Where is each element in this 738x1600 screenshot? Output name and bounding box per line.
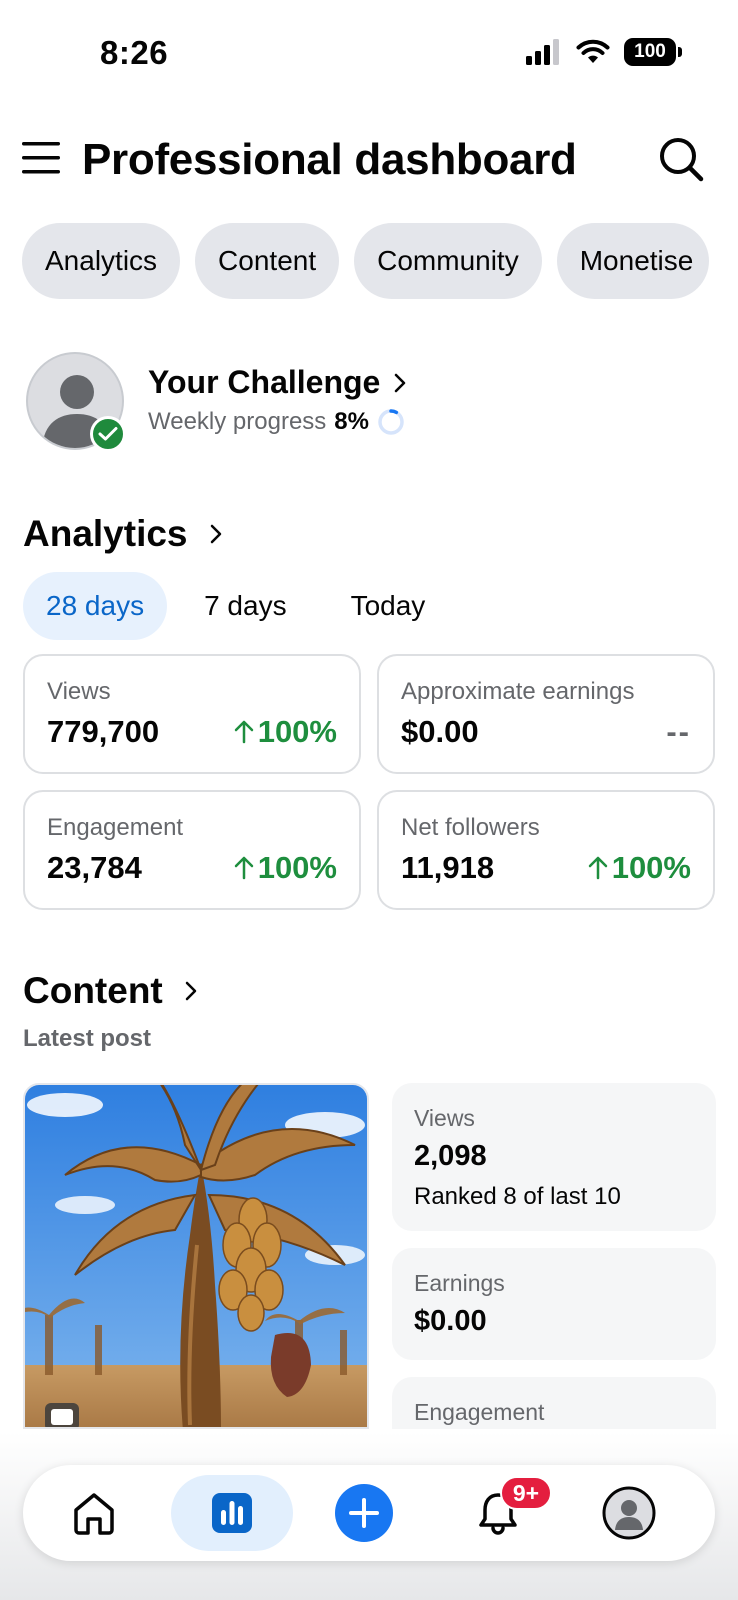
tab-today[interactable]: Today: [328, 572, 449, 640]
nav-create[interactable]: [329, 1465, 399, 1561]
tab-28-days[interactable]: 28 days: [23, 572, 168, 640]
stat-delta-value: 100%: [257, 850, 337, 885]
chip-content[interactable]: Content: [195, 223, 340, 299]
metric-value: $0.00: [414, 1305, 487, 1337]
arrow-up-icon: [588, 856, 607, 880]
metric-label: Engagement: [414, 1399, 545, 1425]
stat-delta-value: 100%: [611, 850, 691, 885]
stat-card-earnings[interactable]: Approximate earnings $0.00 --: [377, 654, 715, 774]
challenge-title: Your Challenge: [148, 364, 381, 400]
content-title: Content: [23, 970, 163, 1011]
stat-delta: 100%: [588, 850, 691, 886]
metric-note: Ranked 8 of last 10: [414, 1183, 621, 1210]
stat-value: 23,784: [47, 850, 142, 885]
chevron-right-icon: [395, 373, 406, 392]
challenge-progress: Weekly progress 8%: [148, 408, 405, 436]
search-icon[interactable]: [658, 136, 704, 182]
challenge-progress-value: 8%: [334, 408, 369, 435]
analytics-title: Analytics: [23, 513, 188, 554]
stat-label: Approximate earnings: [401, 678, 635, 705]
metric-card-engagement[interactable]: Engagement: [392, 1377, 716, 1429]
arrow-up-icon: [234, 720, 253, 744]
menu-icon[interactable]: [22, 140, 62, 176]
chip-analytics[interactable]: Analytics: [22, 223, 181, 299]
battery-level: 100: [634, 41, 666, 62]
range-tabs: 28 days 7 days Today: [23, 572, 448, 640]
chip-monetise[interactable]: Monetise: [556, 223, 709, 299]
stat-value: 779,700: [47, 714, 160, 749]
stat-label: Engagement: [47, 814, 184, 841]
wifi-icon: [576, 39, 610, 63]
stat-delta: 100%: [234, 714, 337, 750]
bottom-nav: 9+: [23, 1465, 715, 1561]
stat-label: Net followers: [401, 814, 540, 841]
nav-home[interactable]: [59, 1465, 129, 1561]
signal-icon: [526, 39, 559, 65]
stat-card-engagement[interactable]: Engagement 23,784 100%: [23, 790, 361, 910]
status-icons: 100: [526, 38, 682, 66]
stat-card-views[interactable]: Views 779,700 100%: [23, 654, 361, 774]
chevron-right-icon: [185, 981, 196, 1001]
section-chips: Analytics Content Community Monetise: [22, 223, 709, 299]
battery-icon: 100: [624, 38, 682, 66]
progress-ring-icon: [378, 409, 404, 435]
create-icon: [335, 1484, 393, 1542]
chevron-right-icon: [210, 524, 221, 544]
reel-icon: [51, 1409, 73, 1425]
arrow-up-icon: [234, 856, 253, 880]
latest-post-thumbnail[interactable]: [23, 1083, 369, 1429]
latest-post-label: Latest post: [23, 1025, 152, 1052]
tab-7-days[interactable]: 7 days: [181, 572, 310, 640]
stat-delta-value: 100%: [257, 714, 337, 749]
content-header[interactable]: Content: [23, 970, 197, 1012]
nav-profile[interactable]: [593, 1465, 665, 1561]
status-time: 8:26: [100, 34, 169, 71]
stat-delta-value: --: [666, 714, 691, 749]
status-bar: 8:26 100: [0, 0, 738, 100]
home-icon: [74, 1493, 114, 1535]
metric-label: Views: [414, 1105, 475, 1131]
page-title: Professional dashboard: [82, 135, 577, 184]
analytics-header[interactable]: Analytics: [23, 513, 222, 555]
header: Professional dashboard: [0, 130, 738, 190]
nav-stats[interactable]: [197, 1465, 267, 1561]
stat-value: $0.00: [401, 714, 479, 749]
stat-label: Views: [47, 678, 111, 705]
notification-badge: 9+: [500, 1476, 552, 1510]
stats-icon: [212, 1493, 252, 1533]
metric-card-earnings[interactable]: Earnings $0.00: [392, 1248, 716, 1360]
chip-community[interactable]: Community: [354, 223, 542, 299]
stat-delta: 100%: [234, 850, 337, 886]
stat-value: 11,918: [401, 850, 495, 885]
challenge-card[interactable]: Your Challenge Weekly progress 8%: [26, 352, 706, 452]
metric-label: Earnings: [414, 1270, 505, 1296]
challenge-progress-label: Weekly progress: [148, 408, 327, 435]
verified-check-icon: [90, 416, 126, 452]
metric-card-views[interactable]: Views 2,098 Ranked 8 of last 10: [392, 1083, 716, 1231]
stat-card-net-followers[interactable]: Net followers 11,918 100%: [377, 790, 715, 910]
metric-value: 2,098: [414, 1140, 487, 1172]
challenge-title-row[interactable]: Your Challenge: [148, 364, 406, 401]
profile-icon: [602, 1486, 656, 1540]
